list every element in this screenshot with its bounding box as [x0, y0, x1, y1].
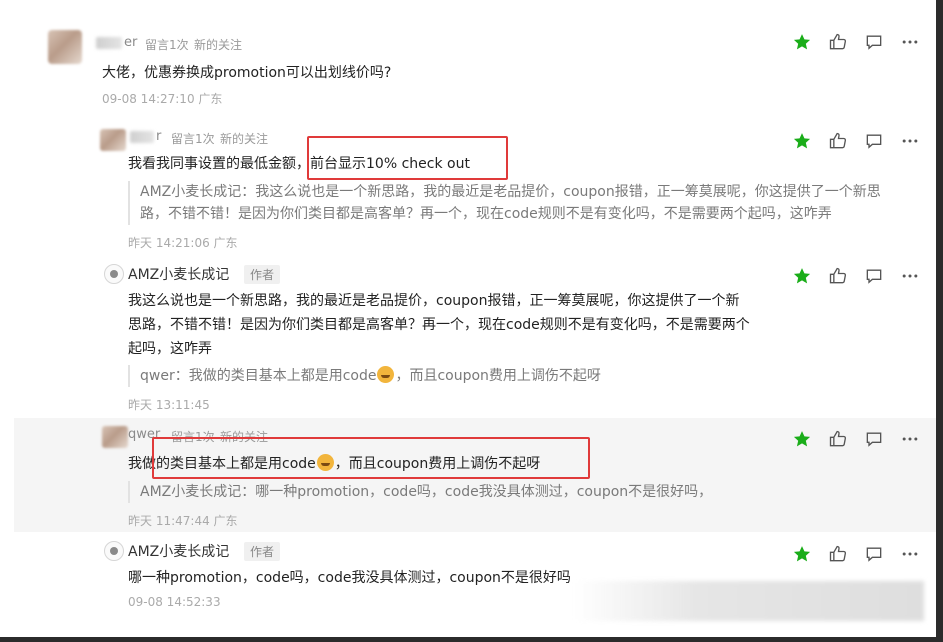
avatar[interactable]	[100, 129, 126, 151]
username[interactable]: r	[156, 129, 161, 144]
thumbs-up-icon[interactable]	[820, 30, 856, 54]
avatar[interactable]	[48, 30, 82, 64]
author-name[interactable]: AMZ小麦长成记	[128, 264, 229, 284]
author-logo[interactable]	[104, 541, 124, 561]
quoted-reply: AMZ小麦长成记：我这么说也是一个新思路，我的最近是老品提价，coupon报错，…	[128, 181, 881, 225]
avatar[interactable]	[102, 426, 128, 448]
more-dots-icon[interactable]	[892, 427, 928, 451]
more-dots-icon[interactable]	[892, 542, 928, 566]
quoted-reply: AMZ小麦长成记：哪一种promotion，code吗，code我没具体测过，c…	[128, 481, 712, 503]
comment-count-tag: 留言1次	[171, 132, 215, 146]
comment-icon[interactable]	[856, 30, 892, 54]
blurred-watermark	[574, 581, 924, 621]
comment-actions	[784, 264, 928, 288]
blurred-username	[96, 37, 122, 49]
comment-actions	[784, 129, 928, 153]
username[interactable]: er	[124, 35, 137, 50]
new-follower-tag: 新的关注	[220, 132, 269, 146]
star-icon[interactable]	[784, 129, 820, 153]
thumbs-up-icon[interactable]	[820, 427, 856, 451]
author-badge: 作者	[244, 265, 281, 284]
thumbs-up-icon[interactable]	[820, 542, 856, 566]
comment-count-tag: 留言1次	[145, 38, 189, 52]
comment-actions	[784, 30, 928, 54]
comment-time: 09-08 14:27:10 广东	[102, 92, 223, 106]
comment-time: 昨天 11:47:44 广东	[128, 514, 238, 528]
comment-body: 哪一种promotion，code吗，code我没具体测过，coupon不是很好…	[128, 570, 571, 586]
star-icon[interactable]	[784, 30, 820, 54]
red-highlight-box	[307, 136, 508, 180]
screen-edge	[936, 0, 943, 642]
thumbs-up-icon[interactable]	[820, 264, 856, 288]
laugh-cry-emoji-icon	[377, 366, 395, 383]
more-dots-icon[interactable]	[892, 30, 928, 54]
comment-body: 大佬，优惠券换成promotion可以出划线价吗?	[102, 65, 392, 81]
comment-icon[interactable]	[856, 542, 892, 566]
comment-body: 我这么说也是一个新思路，我的最近是老品提价，coupon报错，正一筹莫展呢，你这…	[128, 293, 750, 357]
comment-actions	[784, 542, 928, 566]
blurred-username	[130, 131, 154, 143]
red-highlight-box	[152, 437, 590, 479]
comment-time: 昨天 14:21:06 广东	[128, 236, 238, 250]
star-icon[interactable]	[784, 542, 820, 566]
author-badge: 作者	[244, 542, 281, 561]
new-follower-tag: 新的关注	[194, 38, 243, 52]
comment-management-page: er 留言1次 新的关注 大佬，优惠券换成promotion可以出划线价吗? 0…	[0, 0, 936, 637]
author-name[interactable]: AMZ小麦长成记	[128, 541, 229, 561]
star-icon[interactable]	[784, 427, 820, 451]
quoted-reply: qwer：我做的类目基本上都是用code ，而且coupon费用上调伤不起呀	[128, 365, 601, 387]
thumbs-up-icon[interactable]	[820, 129, 856, 153]
comment-actions	[784, 427, 928, 451]
comment-time: 昨天 13:11:45	[128, 398, 210, 412]
author-logo[interactable]	[104, 264, 124, 284]
more-dots-icon[interactable]	[892, 264, 928, 288]
comment-icon[interactable]	[856, 129, 892, 153]
comment-icon[interactable]	[856, 427, 892, 451]
more-dots-icon[interactable]	[892, 129, 928, 153]
screen-edge	[0, 637, 943, 642]
star-icon[interactable]	[784, 264, 820, 288]
comment-icon[interactable]	[856, 264, 892, 288]
comment-time: 09-08 14:52:33	[128, 595, 221, 609]
